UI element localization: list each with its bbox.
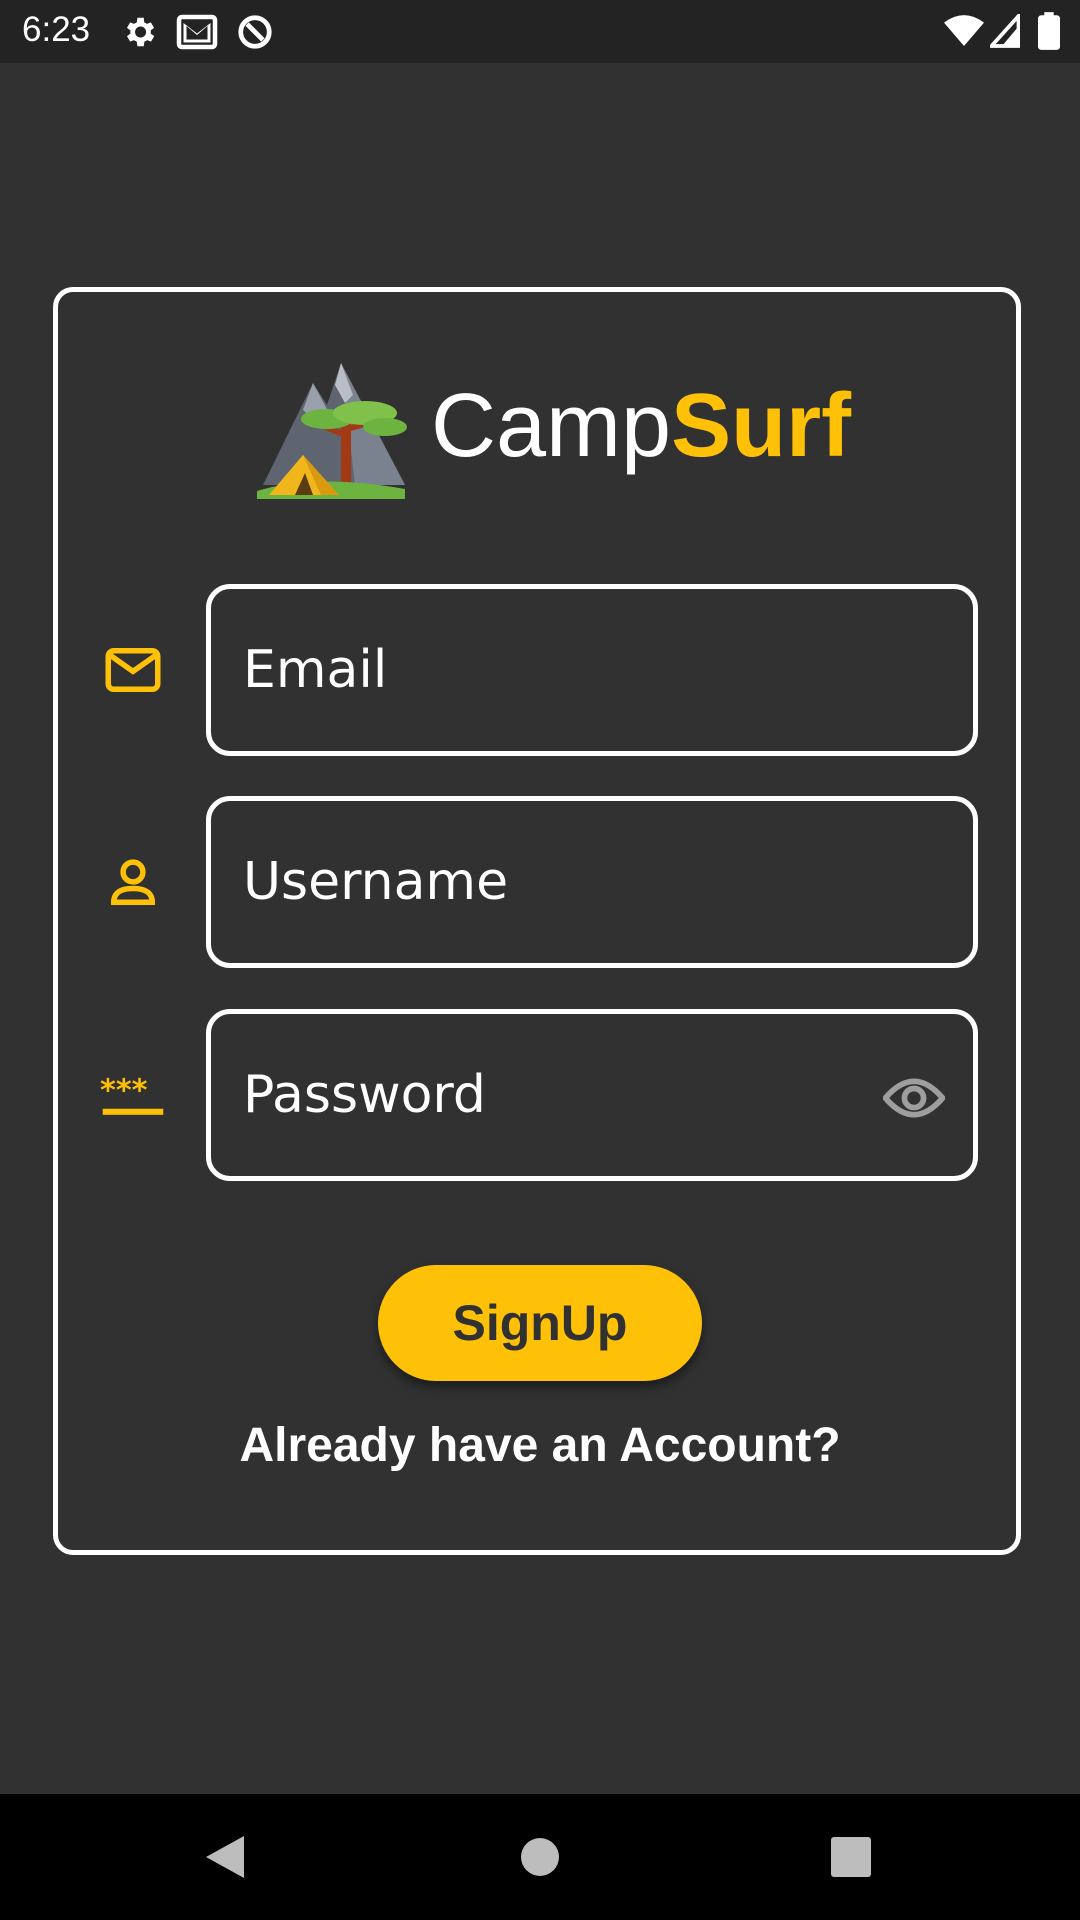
navigation-bar	[0, 1794, 1080, 1920]
status-time: 6:23	[22, 10, 91, 49]
login-link[interactable]: Already have an Account?	[0, 1418, 1080, 1473]
home-button[interactable]	[480, 1794, 600, 1920]
back-icon	[206, 1836, 244, 1878]
battery-icon	[1038, 12, 1060, 50]
brand-title: CampSurf	[431, 376, 851, 476]
person-icon	[110, 859, 156, 905]
password-icon: ***	[100, 1074, 164, 1115]
username-field[interactable]: Username	[206, 796, 978, 968]
status-bar: 6:23	[0, 0, 1080, 63]
password-field[interactable]: Password	[206, 1009, 978, 1181]
campsite-logo-icon	[257, 363, 407, 499]
email-field[interactable]: Email	[206, 584, 978, 756]
recents-button[interactable]	[791, 1794, 911, 1920]
username-placeholder: Username	[243, 852, 509, 912]
back-button[interactable]	[168, 1794, 288, 1920]
eye-icon[interactable]	[883, 1074, 945, 1122]
gmail-icon	[176, 14, 218, 50]
home-icon	[521, 1838, 559, 1876]
recents-icon	[831, 1837, 871, 1877]
signup-button[interactable]: SignUp	[378, 1265, 702, 1381]
cell-signal-icon	[990, 14, 1020, 48]
brand-title-part1: Camp	[431, 376, 672, 476]
settings-icon	[126, 17, 155, 47]
svg-text:***: ***	[100, 1074, 148, 1109]
data-saver-icon	[238, 15, 272, 49]
password-placeholder: Password	[243, 1065, 486, 1125]
brand-title-part2: Surf	[671, 376, 852, 476]
wifi-icon	[944, 15, 984, 46]
mail-icon	[105, 648, 161, 692]
email-placeholder: Email	[243, 640, 388, 700]
